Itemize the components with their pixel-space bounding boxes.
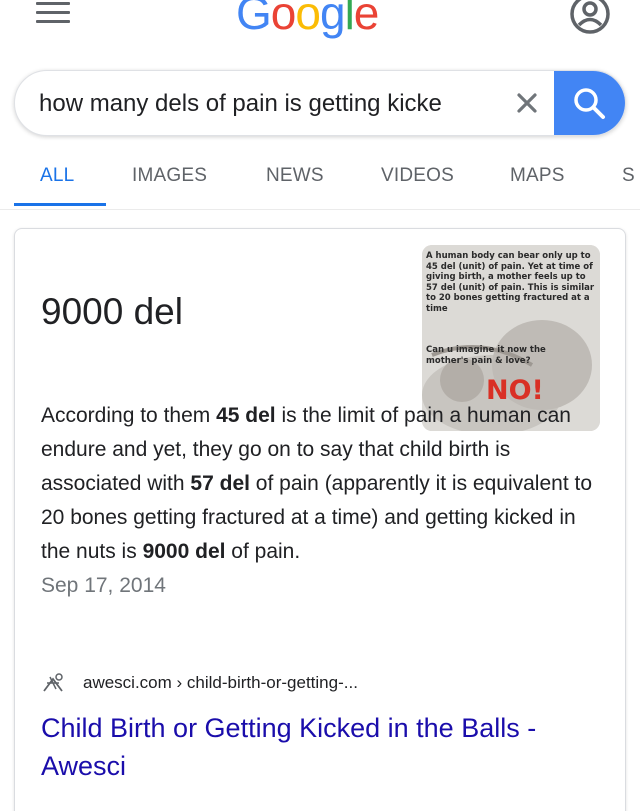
search-tabs: ALL IMAGES NEWS VIDEOS MAPS S xyxy=(0,150,640,210)
snippet-part: According to them xyxy=(41,404,217,427)
snippet-bold: 45 del xyxy=(216,404,276,427)
logo-letter: e xyxy=(353,0,380,39)
tab-videos[interactable]: VIDEOS xyxy=(381,165,454,187)
logo-letter: G xyxy=(236,0,272,39)
tab-all[interactable]: ALL xyxy=(40,165,74,187)
snippet-part: of pain. xyxy=(225,540,301,563)
result-title-link[interactable]: Child Birth or Getting Kicked in the Bal… xyxy=(41,709,611,785)
google-logo[interactable]: Google xyxy=(236,0,380,40)
menu-icon[interactable] xyxy=(36,2,70,24)
thumbnail-text: A human body can bear only up to 45 del … xyxy=(426,251,595,314)
tab-maps[interactable]: MAPS xyxy=(510,165,565,187)
source-domain: awesci.com xyxy=(83,673,172,692)
snippet-bold: 57 del xyxy=(190,472,250,495)
featured-snippet-card: 9000 del A human body can bear only up t… xyxy=(14,228,626,811)
active-tab-indicator xyxy=(14,203,106,206)
search-icon xyxy=(574,88,605,119)
logo-letter: g xyxy=(319,0,346,39)
account-icon[interactable] xyxy=(568,0,612,36)
tab-images[interactable]: IMAGES xyxy=(132,165,207,187)
clear-icon[interactable] xyxy=(511,87,543,119)
search-button[interactable] xyxy=(554,71,625,135)
top-bar: Google xyxy=(0,0,640,50)
thumbnail-text-secondary: Can u imagine it now the mother's pain &… xyxy=(426,345,546,366)
logo-letter: o xyxy=(270,0,297,39)
source-path: › child-birth-or-getting-... xyxy=(171,673,358,692)
tab-news[interactable]: NEWS xyxy=(266,165,324,187)
search-input[interactable] xyxy=(39,83,477,125)
tab-more[interactable]: S xyxy=(622,165,635,187)
source-url: awesci.com › child-birth-or-getting-... xyxy=(83,673,358,693)
snippet-date: Sep 17, 2014 xyxy=(41,574,166,597)
site-favicon-icon xyxy=(43,673,63,692)
logo-letter: l xyxy=(344,0,355,39)
search-bar xyxy=(14,70,626,136)
snippet-text: According to them 45 del is the limit of… xyxy=(41,399,601,603)
logo-letter: o xyxy=(295,0,321,39)
snippet-bold: 9000 del xyxy=(142,540,226,563)
featured-answer: 9000 del xyxy=(41,291,183,332)
